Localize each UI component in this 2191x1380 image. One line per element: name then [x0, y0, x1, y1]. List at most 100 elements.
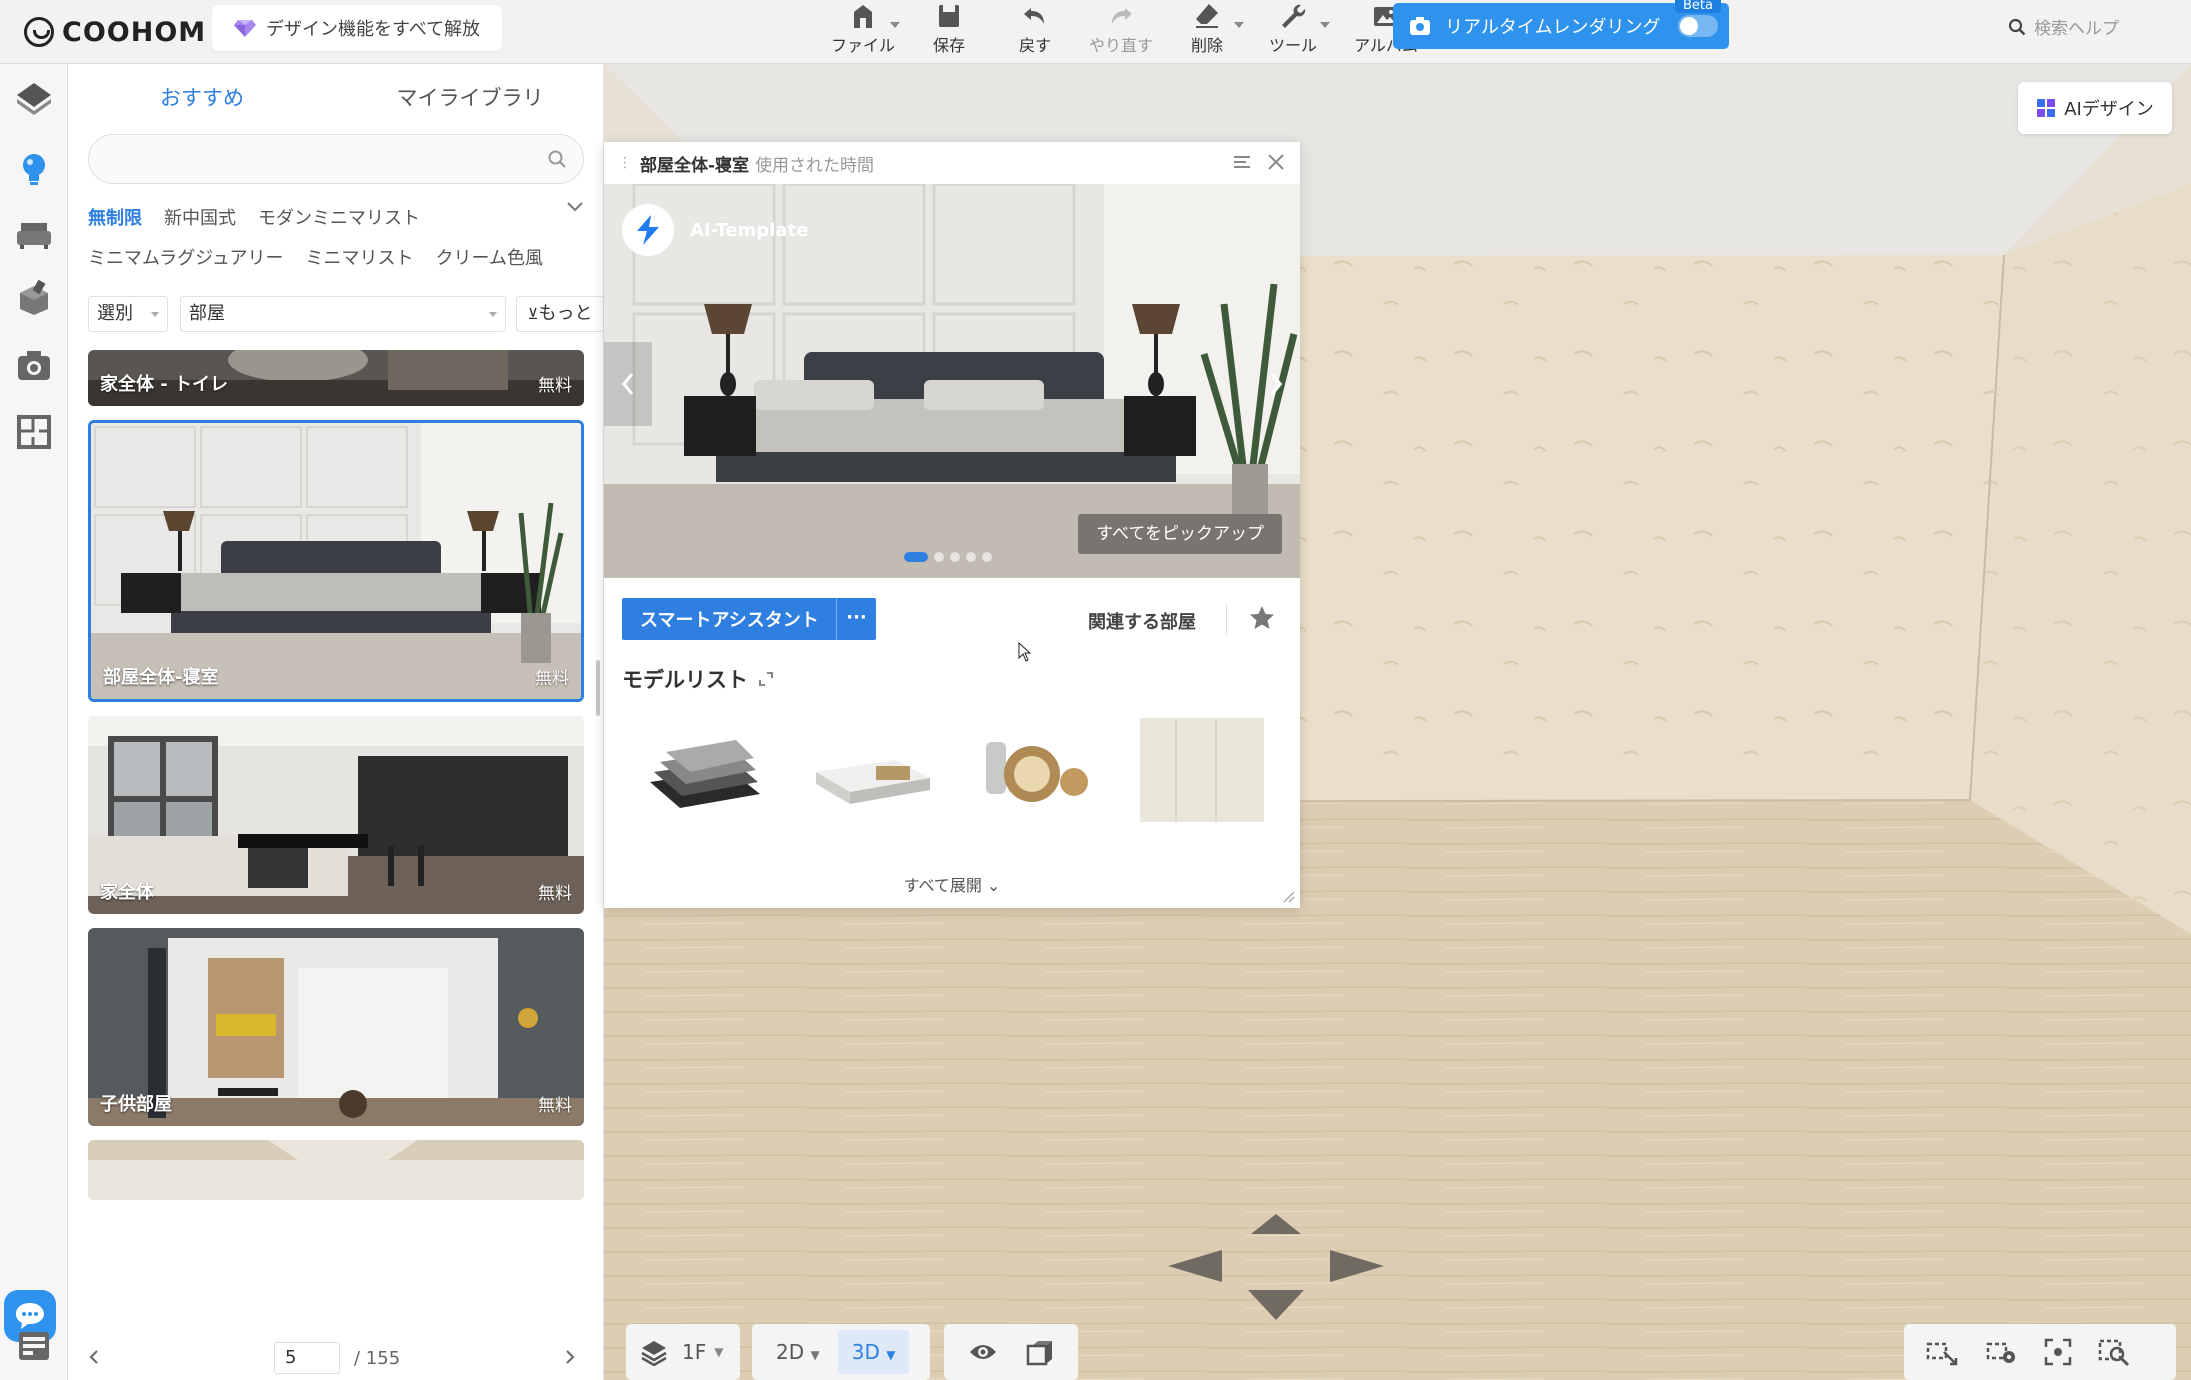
- model-item-books[interactable]: [640, 712, 772, 832]
- model-item-vases[interactable]: [970, 712, 1102, 832]
- expand-icon[interactable]: [758, 671, 774, 687]
- template-card-bedroom[interactable]: 部屋全体-寝室 無料: [88, 420, 584, 702]
- style-filter-new-chinese[interactable]: 新中国式: [164, 204, 236, 230]
- expand-all-link[interactable]: すべて展開 ⌄: [604, 872, 1300, 896]
- rail-floorplan-button[interactable]: [14, 412, 54, 452]
- visibility-controls: [944, 1324, 1078, 1380]
- card-label: 家全体: [100, 882, 154, 903]
- model-list-title: モデルリスト: [622, 668, 748, 692]
- delete-button[interactable]: 削除: [1164, 0, 1250, 64]
- arrow-right-icon[interactable]: [1330, 1250, 1384, 1282]
- model-thumbnail: [650, 740, 760, 808]
- style-filter-minimal-luxury[interactable]: ミニマムラグジュアリー: [88, 244, 283, 270]
- zoom-search-icon[interactable]: [2098, 1337, 2130, 1367]
- arrow-left-icon[interactable]: [1168, 1250, 1222, 1282]
- file-menu-button[interactable]: ファイル: [820, 0, 906, 64]
- slide-dot[interactable]: [904, 552, 928, 562]
- drag-handle-icon[interactable]: ⋮: [618, 155, 632, 171]
- eraser-icon: [1196, 4, 1218, 28]
- realtime-render-button[interactable]: リアルタイムレンダリング Beta: [1393, 0, 1729, 49]
- chevron-down-icon[interactable]: [565, 200, 585, 214]
- smart-assistant-more-button[interactable]: ···: [836, 598, 876, 640]
- card-thumbnail: [88, 716, 584, 914]
- save-button[interactable]: 保存: [906, 0, 992, 64]
- tab-recommended[interactable]: おすすめ: [68, 64, 336, 134]
- help-search[interactable]: 検索ヘルプ: [2008, 14, 2119, 39]
- resize-grip-icon[interactable]: [1280, 888, 1296, 904]
- rail-build-button[interactable]: [14, 78, 54, 118]
- logo-text: COOHOM: [62, 16, 207, 48]
- arrow-down-icon[interactable]: [1248, 1290, 1304, 1320]
- card-price: 無料: [538, 376, 572, 396]
- next-slide-button[interactable]: [1252, 342, 1300, 426]
- view-3d-button[interactable]: 3D ▼: [837, 1330, 910, 1374]
- menu-lines-icon[interactable]: [1232, 152, 1252, 172]
- floor-selector[interactable]: 1F ▼: [626, 1324, 740, 1380]
- view-2d-button[interactable]: 2D ▼: [776, 1340, 820, 1364]
- unlock-features-button[interactable]: デザイン機能をすべて解放: [212, 5, 503, 51]
- cube-view-icon[interactable]: [1026, 1338, 1054, 1366]
- panel-scrollbar[interactable]: [596, 660, 600, 716]
- rail-inspiration-button[interactable]: [14, 148, 54, 188]
- camera-select-icon[interactable]: [1926, 1338, 1958, 1366]
- camera-settings-icon[interactable]: [1986, 1338, 2018, 1366]
- card-label: 子供部屋: [100, 1094, 172, 1115]
- related-rooms-link[interactable]: 関連する部屋: [1088, 608, 1196, 634]
- style-filter-unlimited[interactable]: 無制限: [88, 204, 142, 230]
- pick-up-all-button[interactable]: すべてをピックアップ: [1078, 514, 1282, 554]
- model-item-wall-panel[interactable]: [1136, 712, 1268, 832]
- rail-paint-button[interactable]: [14, 278, 54, 318]
- undo-button[interactable]: 戻す: [992, 0, 1078, 64]
- rail-render-button[interactable]: [14, 346, 54, 386]
- slide-dot[interactable]: [934, 552, 944, 562]
- page-number-input[interactable]: 5: [274, 1342, 340, 1374]
- ai-design-button[interactable]: AIデザイン: [2018, 82, 2172, 134]
- prev-slide-button[interactable]: [604, 342, 652, 426]
- filter-dropdowns: 選別 部屋 ⊻もっと: [88, 296, 604, 332]
- ai-template-label: AI-Template: [690, 219, 809, 241]
- template-card-list: 家全体 - トイレ 無料 部屋全体-寝室 無料 家全体 無料 子供部屋 無料: [88, 350, 584, 1320]
- arrow-up-icon[interactable]: [1251, 1214, 1301, 1234]
- view-2d-label: 2D: [776, 1340, 805, 1364]
- more-label: もっと: [538, 303, 593, 324]
- library-search-input[interactable]: [88, 134, 584, 184]
- card-price: 無料: [538, 884, 572, 904]
- template-card-partial[interactable]: [88, 1140, 584, 1200]
- style-filter-modern-minimalist[interactable]: モダンミニマリスト: [258, 204, 420, 230]
- select-dropdown[interactable]: 選別: [88, 296, 168, 332]
- template-card-toilet[interactable]: 家全体 - トイレ 無料: [88, 350, 584, 406]
- slide-dot[interactable]: [966, 552, 976, 562]
- logo[interactable]: COOHOM: [24, 10, 206, 54]
- focus-icon[interactable]: [2044, 1338, 2072, 1366]
- card-price: 無料: [535, 669, 569, 689]
- smart-assistant-button[interactable]: スマートアシスタント ···: [622, 598, 876, 640]
- more-filters-button[interactable]: ⊻もっと: [516, 296, 604, 332]
- tool-label: ファイル: [830, 36, 895, 55]
- popup-header[interactable]: ⋮ 部屋全体-寝室 使用された時間: [604, 142, 1300, 184]
- caret-down-icon: ▼: [886, 1348, 896, 1362]
- caret-down-icon: [1320, 22, 1330, 28]
- tools-menu-button[interactable]: ツール: [1250, 0, 1336, 64]
- slide-dots: [904, 552, 992, 562]
- caret-down-icon: [1234, 22, 1244, 28]
- chevron-left-icon[interactable]: [88, 1349, 100, 1365]
- rail-furniture-button[interactable]: [14, 214, 54, 254]
- style-filter-minimalist[interactable]: ミニマリスト: [305, 244, 413, 270]
- render-toggle[interactable]: [1678, 15, 1719, 37]
- style-filter-cream[interactable]: クリーム色風: [435, 244, 542, 270]
- slide-dot[interactable]: [982, 552, 992, 562]
- template-hero-image[interactable]: AI-Template すべてをピックアップ: [604, 184, 1300, 578]
- template-card-whole-house[interactable]: 家全体 無料: [88, 716, 584, 914]
- star-icon[interactable]: [1248, 604, 1276, 632]
- model-item-box[interactable]: [806, 712, 938, 832]
- template-card-kids-room[interactable]: 子供部屋 無料: [88, 928, 584, 1126]
- redo-button[interactable]: やり直す: [1078, 0, 1164, 64]
- rail-list-button[interactable]: [14, 1326, 54, 1366]
- close-icon[interactable]: [1266, 152, 1286, 172]
- room-dropdown[interactable]: 部屋: [180, 296, 506, 332]
- eye-icon[interactable]: [968, 1341, 998, 1363]
- chevron-right-icon[interactable]: [564, 1349, 576, 1365]
- tool-label: 戻す: [1018, 36, 1051, 55]
- tab-my-library[interactable]: マイライブラリ: [336, 64, 604, 134]
- slide-dot[interactable]: [950, 552, 960, 562]
